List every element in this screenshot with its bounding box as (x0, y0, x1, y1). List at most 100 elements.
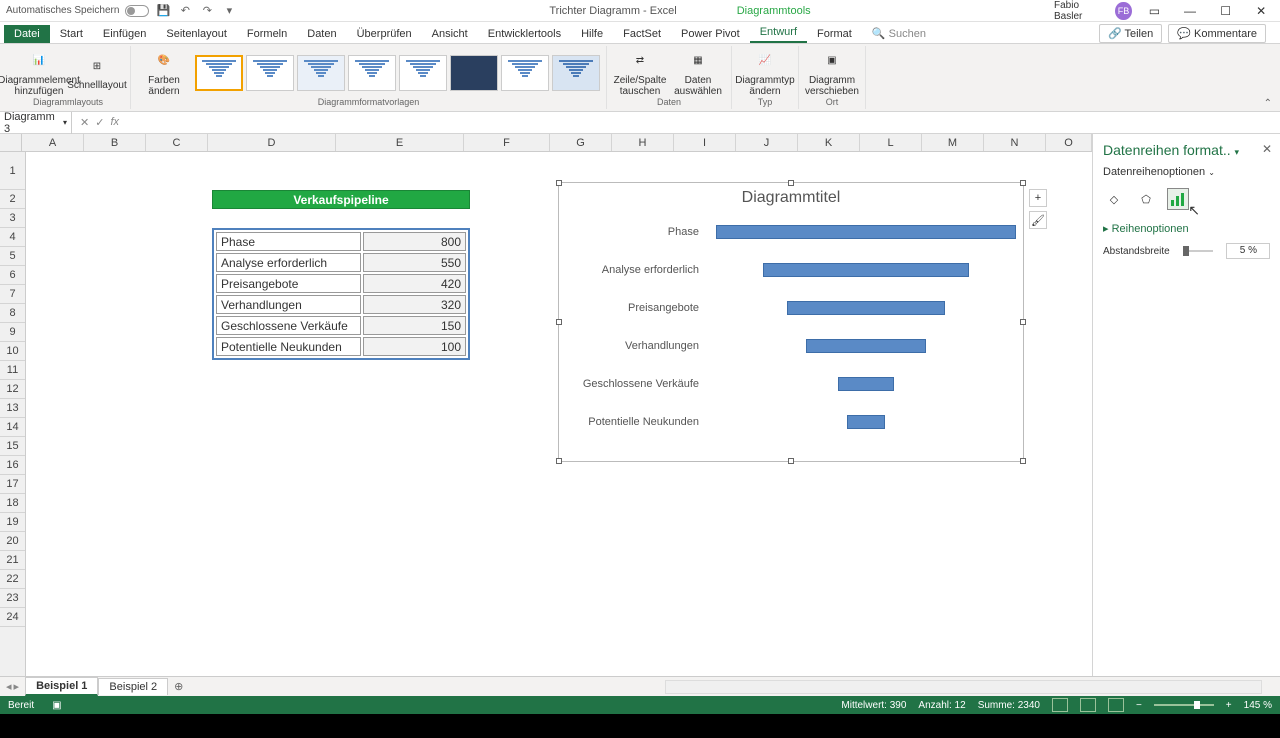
col-header-F[interactable]: F (464, 134, 550, 151)
close-icon[interactable]: ✕ (1248, 1, 1274, 21)
table-row[interactable]: Phase800 (216, 232, 466, 251)
tab-format[interactable]: Format (807, 25, 862, 43)
search-box[interactable]: 🔍 Suchen (862, 24, 936, 43)
table-row[interactable]: Geschlossene Verkäufe150 (216, 316, 466, 335)
row-header-1[interactable]: 1 (0, 152, 25, 190)
row-header-6[interactable]: 6 (0, 266, 25, 285)
format-pane-dropdown[interactable]: Datenreihenoptionen ⌄ (1103, 166, 1270, 178)
chart-style-8[interactable] (552, 55, 600, 91)
select-data-button[interactable]: ▦ Daten auswählen (671, 49, 725, 97)
tab-view[interactable]: Ansicht (422, 25, 478, 43)
series-options-section[interactable]: ▸ Reihenoptionen (1103, 222, 1270, 235)
row-header-12[interactable]: 12 (0, 380, 25, 399)
zoom-out-icon[interactable]: − (1136, 700, 1142, 711)
collapse-ribbon-icon[interactable]: ⌃ (1264, 98, 1272, 109)
autosave-toggle[interactable] (125, 5, 149, 17)
quick-layout-button[interactable]: ⊞ Schnelllayout (70, 54, 124, 91)
comments-button[interactable]: 💬 Kommentare (1168, 24, 1266, 43)
row-header-20[interactable]: 20 (0, 532, 25, 551)
table-cell-label[interactable]: Analyse erforderlich (216, 253, 361, 272)
col-header-J[interactable]: J (736, 134, 798, 151)
col-header-E[interactable]: E (336, 134, 464, 151)
table-cell-value[interactable]: 320 (363, 295, 466, 314)
table-cell-value[interactable]: 100 (363, 337, 466, 356)
col-header-L[interactable]: L (860, 134, 922, 151)
page-break-view-icon[interactable] (1108, 698, 1124, 712)
tab-developer[interactable]: Entwicklertools (478, 25, 571, 43)
row-header-5[interactable]: 5 (0, 247, 25, 266)
row-header-3[interactable]: 3 (0, 209, 25, 228)
chart-style-6[interactable] (450, 55, 498, 91)
maximize-icon[interactable]: ☐ (1213, 1, 1239, 21)
undo-icon[interactable]: ↶ (177, 3, 193, 19)
funnel-bar[interactable] (806, 339, 926, 353)
sheet-nav-prev-icon[interactable]: ◂ (6, 680, 12, 693)
chart-styles-gallery[interactable] (195, 55, 600, 91)
page-layout-view-icon[interactable] (1080, 698, 1096, 712)
series-options-icon[interactable] (1167, 188, 1189, 210)
sheet-tab-1[interactable]: Beispiel 1 (25, 677, 98, 696)
table-cell-label[interactable]: Phase (216, 232, 361, 251)
chart-style-3[interactable] (297, 55, 345, 91)
sheet-tab-2[interactable]: Beispiel 2 (98, 678, 168, 695)
row-header-24[interactable]: 24 (0, 608, 25, 627)
table-cell-value[interactable]: 150 (363, 316, 466, 335)
funnel-bar[interactable] (787, 301, 945, 315)
col-header-A[interactable]: A (22, 134, 84, 151)
cancel-formula-icon[interactable]: ✕ (80, 116, 89, 129)
row-header-16[interactable]: 16 (0, 456, 25, 475)
fill-line-icon[interactable]: ◇ (1103, 188, 1125, 210)
row-header-17[interactable]: 17 (0, 475, 25, 494)
table-cell-value[interactable]: 420 (363, 274, 466, 293)
row-header-14[interactable]: 14 (0, 418, 25, 437)
row-header-8[interactable]: 8 (0, 304, 25, 323)
chart-style-2[interactable] (246, 55, 294, 91)
row-header-10[interactable]: 10 (0, 342, 25, 361)
funnel-bar[interactable] (763, 263, 969, 277)
chart-style-7[interactable] (501, 55, 549, 91)
chart-style-5[interactable] (399, 55, 447, 91)
tab-review[interactable]: Überprüfen (347, 25, 422, 43)
row-header-21[interactable]: 21 (0, 551, 25, 570)
table-row[interactable]: Preisangebote420 (216, 274, 466, 293)
cells-area[interactable]: Verkaufspipeline Phase800Analyse erforde… (26, 152, 1092, 676)
row-header-7[interactable]: 7 (0, 285, 25, 304)
row-header-4[interactable]: 4 (0, 228, 25, 247)
tab-pagelayout[interactable]: Seitenlayout (156, 25, 237, 43)
gap-width-spinner[interactable]: 5 % (1226, 243, 1270, 259)
table-row[interactable]: Verhandlungen320 (216, 295, 466, 314)
zoom-level[interactable]: 145 % (1244, 700, 1272, 711)
redo-icon[interactable]: ↷ (199, 3, 215, 19)
chart-styles-button[interactable]: 🖌 (1029, 211, 1047, 229)
row-header-9[interactable]: 9 (0, 323, 25, 342)
tab-start[interactable]: Start (50, 25, 93, 43)
tab-data[interactable]: Daten (297, 25, 346, 43)
share-button[interactable]: 🔗 Teilen (1099, 24, 1162, 43)
col-header-G[interactable]: G (550, 134, 612, 151)
col-header-O[interactable]: O (1046, 134, 1092, 151)
change-chart-type-button[interactable]: 📈 Diagrammtyp ändern (738, 49, 792, 97)
chart-style-4[interactable] (348, 55, 396, 91)
confirm-formula-icon[interactable]: ✓ (95, 116, 104, 129)
chart-elements-button[interactable]: + (1029, 189, 1047, 207)
table-cell-label[interactable]: Verhandlungen (216, 295, 361, 314)
row-header-18[interactable]: 18 (0, 494, 25, 513)
effects-icon[interactable]: ⬠ (1135, 188, 1157, 210)
col-header-N[interactable]: N (984, 134, 1046, 151)
tab-help[interactable]: Hilfe (571, 25, 613, 43)
table-row[interactable]: Analyse erforderlich550 (216, 253, 466, 272)
format-pane-close-icon[interactable]: ✕ (1262, 142, 1272, 156)
chart-object[interactable]: Diagrammtitel PhaseAnalyse erforderlichP… (558, 182, 1024, 462)
row-header-13[interactable]: 13 (0, 399, 25, 418)
tab-formulas[interactable]: Formeln (237, 25, 297, 43)
tab-file[interactable]: Datei (4, 25, 50, 43)
minimize-icon[interactable]: — (1177, 1, 1203, 21)
col-header-I[interactable]: I (674, 134, 736, 151)
ribbon-display-icon[interactable]: ▭ (1142, 1, 1168, 21)
zoom-slider[interactable] (1154, 704, 1214, 706)
change-colors-button[interactable]: 🎨 Farben ändern (137, 49, 191, 97)
col-header-C[interactable]: C (146, 134, 208, 151)
horizontal-scrollbar[interactable] (665, 680, 1262, 694)
chart-style-1[interactable] (195, 55, 243, 91)
add-sheet-button[interactable]: ⊕ (168, 680, 189, 693)
